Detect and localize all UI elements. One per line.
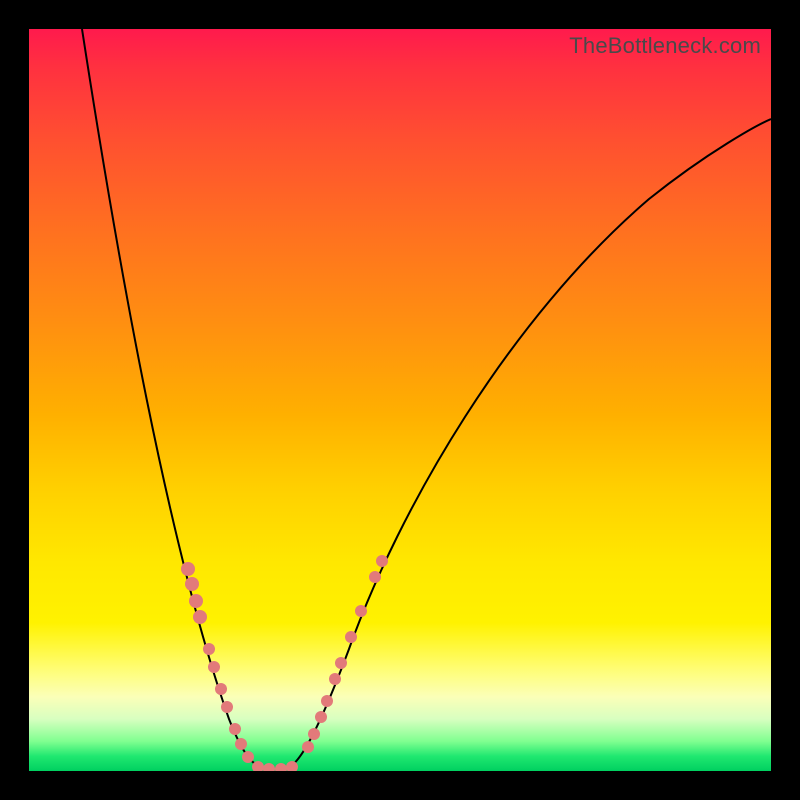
marker-right bbox=[302, 741, 314, 753]
marker-bottom bbox=[275, 763, 287, 771]
marker-left bbox=[185, 577, 199, 591]
marker-left bbox=[181, 562, 195, 576]
left-curve bbox=[82, 29, 265, 769]
marker-left bbox=[203, 643, 215, 655]
marker-left bbox=[235, 738, 247, 750]
marker-left bbox=[215, 683, 227, 695]
chart-svg bbox=[29, 29, 771, 771]
marker-left bbox=[221, 701, 233, 713]
marker-right bbox=[335, 657, 347, 669]
marker-right bbox=[308, 728, 320, 740]
marker-right bbox=[345, 631, 357, 643]
marker-right bbox=[355, 605, 367, 617]
watermark-text: TheBottleneck.com bbox=[569, 33, 761, 59]
marker-bottom bbox=[263, 763, 275, 771]
marker-right bbox=[329, 673, 341, 685]
marker-right bbox=[321, 695, 333, 707]
marker-right bbox=[376, 555, 388, 567]
marker-left bbox=[242, 751, 254, 763]
marker-left bbox=[193, 610, 207, 624]
data-markers bbox=[181, 555, 388, 771]
marker-left bbox=[208, 661, 220, 673]
marker-left bbox=[189, 594, 203, 608]
right-curve bbox=[285, 119, 771, 769]
chart-plot-area: TheBottleneck.com bbox=[29, 29, 771, 771]
marker-left bbox=[229, 723, 241, 735]
marker-right bbox=[369, 571, 381, 583]
marker-right bbox=[315, 711, 327, 723]
